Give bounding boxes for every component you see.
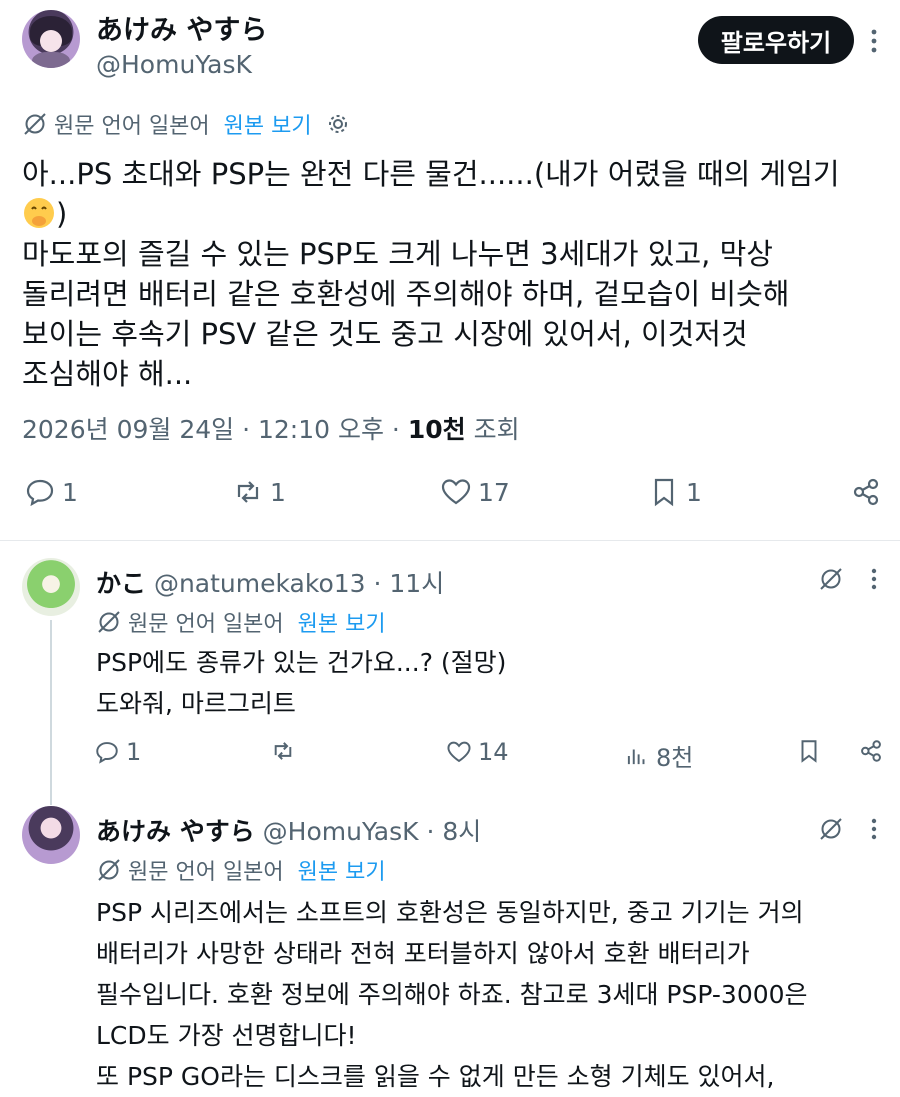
reply1-bookmark-button[interactable] bbox=[796, 738, 822, 764]
bookmark-icon bbox=[654, 478, 674, 507]
share-icon bbox=[853, 478, 879, 506]
reply1-more-options-icon[interactable] bbox=[866, 566, 882, 596]
translation-notice: 원문 언어 일본어 원본 보기 bbox=[22, 108, 350, 140]
post-date[interactable]: 2026년 09월 24일 · 12:10 오후 · bbox=[22, 415, 408, 444]
reply2-translation-label: 원문 언어 일본어 bbox=[128, 860, 284, 885]
translate-off-icon bbox=[98, 611, 120, 633]
reply-icon bbox=[96, 742, 118, 764]
analytics-icon bbox=[627, 749, 645, 764]
reply1-translation-label: 원문 언어 일본어 bbox=[128, 612, 284, 637]
reply2-show-original-link[interactable]: 원본 보기 bbox=[298, 854, 386, 886]
post-action-bar: 1 1 17 1 bbox=[0, 476, 900, 516]
like-count: 17 bbox=[478, 477, 510, 507]
thread-connector-line bbox=[50, 620, 52, 805]
reply2-display-name[interactable]: あけみ やすら bbox=[96, 817, 255, 846]
reply2-body: PSP 시리즈에서는 소프트의 호환성은 동일하지만, 중고 기기는 거의 배터… bbox=[96, 898, 808, 1091]
translate-off-icon bbox=[24, 113, 46, 135]
reply2-translation-notice: 원문 언어 일본어 원본 보기 bbox=[96, 854, 386, 886]
like-button[interactable]: 17 bbox=[440, 476, 510, 508]
translate-off-icon bbox=[98, 859, 120, 881]
reply1-header: かこ @natumekako13 · 11시 bbox=[96, 564, 444, 600]
repost-icon bbox=[274, 742, 292, 760]
follow-button[interactable]: 팔로우하기 bbox=[698, 16, 854, 64]
main-post: あけみ やすら @HomuYasK 팔로우하기 원문 언어 일본어 원본 보기 … bbox=[0, 0, 900, 540]
reply2-translate-off-icon[interactable] bbox=[818, 816, 844, 846]
gear-icon[interactable] bbox=[326, 112, 350, 136]
reply1-reply-count: 1 bbox=[126, 738, 142, 766]
reply-button[interactable]: 1 bbox=[24, 476, 78, 508]
views-count: 10천 bbox=[407, 415, 466, 444]
reply-count: 1 bbox=[62, 477, 78, 507]
repost-button[interactable]: 1 bbox=[232, 476, 286, 508]
reply1-display-name[interactable]: かこ bbox=[96, 569, 146, 598]
reply2-header: あけみ やすら @HomuYasK · 8시 bbox=[96, 812, 481, 848]
author-avatar[interactable] bbox=[22, 10, 80, 68]
post-body: 아...PS 초대와 PSP는 완전 다른 물건......(내가 어렸을 때의… bbox=[22, 154, 888, 394]
show-original-link[interactable]: 원본 보기 bbox=[224, 108, 312, 140]
heart-icon bbox=[447, 741, 471, 763]
share-icon bbox=[861, 740, 881, 762]
bookmark-icon bbox=[801, 740, 817, 763]
reply1-translation-notice: 원문 언어 일본어 원본 보기 bbox=[96, 606, 386, 638]
views-label: 조회 bbox=[465, 415, 520, 444]
reply1-repost-button[interactable] bbox=[270, 738, 296, 764]
reply1-views-button[interactable]: 8천 bbox=[624, 738, 693, 773]
reply1-like-count: 14 bbox=[478, 738, 509, 766]
reply1-handle-time[interactable]: @natumekako13 · 11시 bbox=[146, 569, 444, 598]
reply2-more-options-icon[interactable] bbox=[866, 816, 882, 846]
post-meta: 2026년 09월 24일 · 12:10 오후 · 10천 조회 bbox=[22, 410, 520, 446]
reply1-body: PSP에도 종류가 있는 건가요...? (절망) 도와줘, 마르그리트 bbox=[96, 648, 507, 718]
reply-icon bbox=[26, 479, 54, 507]
post-body-line1: 아...PS 초대와 PSP는 완전 다른 물건......(내가 어렸을 때의… bbox=[22, 157, 840, 191]
reply2-avatar[interactable] bbox=[22, 806, 80, 864]
section-divider bbox=[0, 540, 900, 541]
reply1-show-original-link[interactable]: 원본 보기 bbox=[298, 606, 386, 638]
bookmark-count: 1 bbox=[686, 477, 702, 507]
reply1-reply-button[interactable]: 1 bbox=[94, 738, 141, 766]
heart-icon bbox=[441, 479, 471, 505]
author-handle[interactable]: @HomuYasK bbox=[96, 50, 252, 79]
reply1-avatar[interactable] bbox=[22, 558, 80, 616]
post-body-paren: ) bbox=[56, 197, 68, 231]
reply1-translate-off-icon[interactable] bbox=[818, 566, 844, 596]
repost-icon bbox=[237, 481, 259, 503]
bookmark-button[interactable]: 1 bbox=[648, 476, 702, 508]
reply1-share-button[interactable] bbox=[858, 738, 884, 764]
more-options-icon[interactable] bbox=[864, 26, 884, 56]
face-with-hand-over-mouth-icon bbox=[22, 196, 56, 230]
reply1-like-button[interactable]: 14 bbox=[446, 738, 509, 766]
post-body-rest: 마도포의 즐길 수 있는 PSP도 크게 나누면 3세대가 있고, 막상 돌리려… bbox=[22, 237, 790, 391]
author-display-name[interactable]: あけみ やすら bbox=[96, 8, 267, 47]
repost-count: 1 bbox=[270, 477, 286, 507]
reply1-view-count: 8천 bbox=[656, 744, 694, 772]
share-button[interactable] bbox=[850, 476, 882, 508]
translation-label: 원문 언어 일본어 bbox=[54, 114, 210, 139]
reply2-handle-time[interactable]: @HomuYasK · 8시 bbox=[255, 817, 482, 846]
